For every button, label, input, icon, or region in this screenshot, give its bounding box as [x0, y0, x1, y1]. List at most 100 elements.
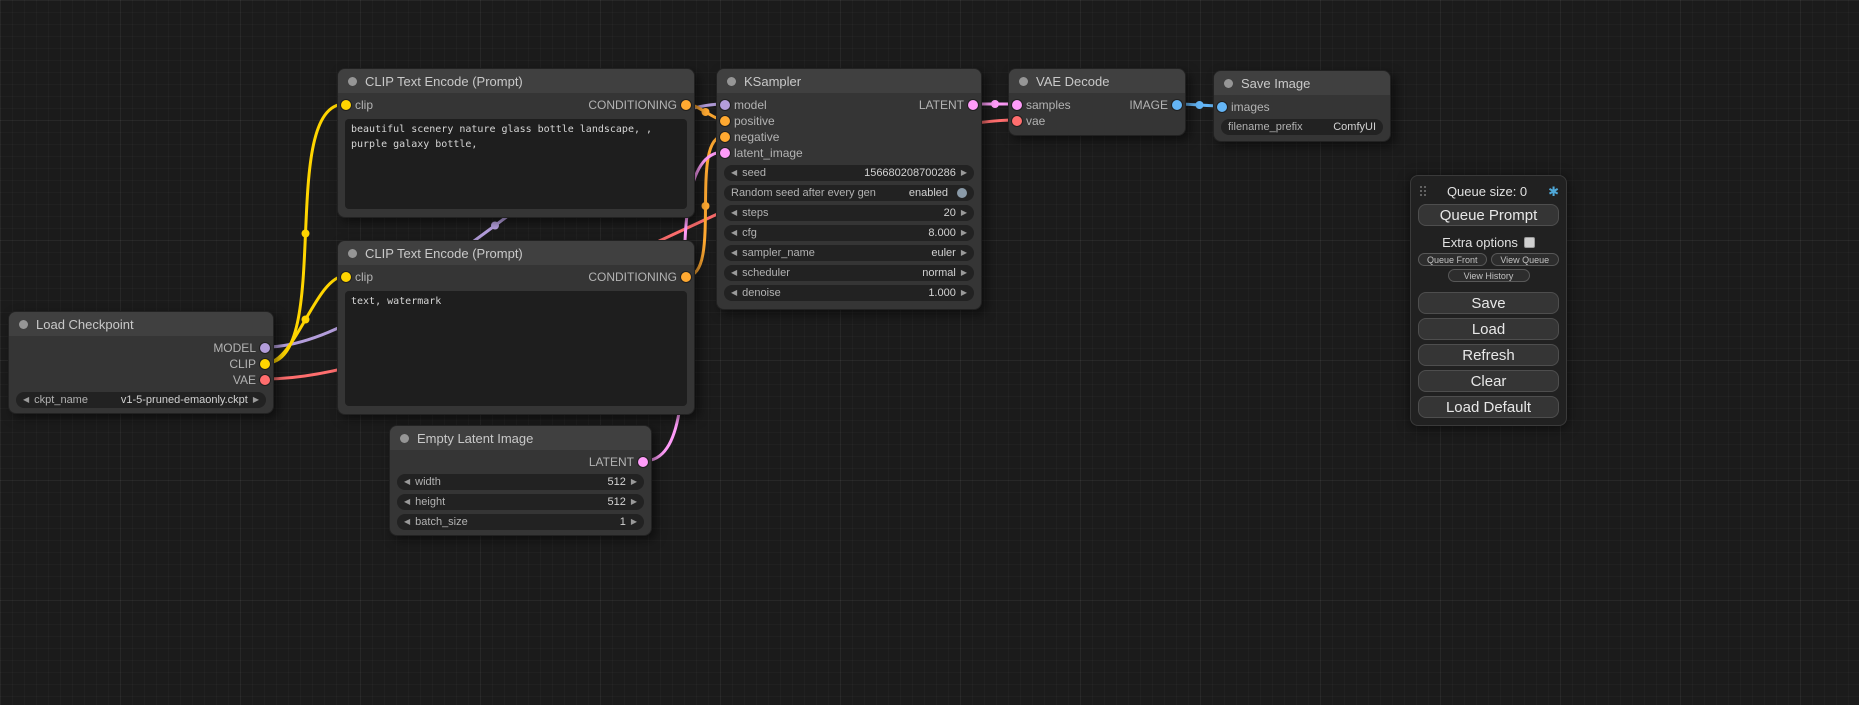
output-slot-clip[interactable]	[260, 359, 270, 369]
input-slot-positive[interactable]	[720, 116, 730, 126]
decrement-arrow-icon[interactable]: ◀	[731, 169, 737, 177]
collapse-dot-icon[interactable]	[348, 249, 357, 258]
increment-arrow-icon[interactable]: ▶	[631, 498, 637, 506]
load-default-button[interactable]: Load Default	[1418, 396, 1559, 418]
output-slot-latent[interactable]	[968, 100, 978, 110]
queue-panel: Queue size: 0 ✱ Queue Prompt Extra optio…	[1410, 175, 1567, 426]
widget-cfg[interactable]: ◀ cfg 8.000 ▶	[724, 225, 974, 241]
increment-arrow-icon[interactable]: ▶	[961, 209, 967, 217]
node-title: CLIP Text Encode (Prompt)	[365, 246, 523, 261]
output-slot-model[interactable]	[260, 343, 270, 353]
increment-arrow-icon[interactable]: ▶	[961, 169, 967, 177]
widget-filename-prefix[interactable]: filename_prefix ComfyUI	[1221, 119, 1383, 135]
input-slot-samples[interactable]	[1012, 100, 1022, 110]
widget-denoise[interactable]: ◀ denoise 1.000 ▶	[724, 285, 974, 301]
widget-seed[interactable]: ◀ seed 156680208700286 ▶	[724, 165, 974, 181]
decrement-arrow-icon[interactable]: ◀	[404, 478, 410, 486]
slot-row: positive	[717, 113, 981, 129]
drag-handle-icon[interactable]	[1420, 186, 1422, 188]
wire-midpoint-dot	[302, 230, 310, 238]
decrement-arrow-icon[interactable]: ◀	[404, 498, 410, 506]
view-history-button[interactable]: View History	[1448, 269, 1530, 282]
collapse-dot-icon[interactable]	[19, 320, 28, 329]
widget-label: scheduler	[742, 267, 790, 279]
wire-midpoint-dot	[702, 202, 710, 210]
widget-label: batch_size	[415, 516, 468, 528]
increment-arrow-icon[interactable]: ▶	[961, 249, 967, 257]
queue-front-button[interactable]: Queue Front	[1418, 253, 1487, 266]
output-slot-conditioning[interactable]	[681, 272, 691, 282]
increment-arrow-icon[interactable]: ▶	[961, 229, 967, 237]
node-title-bar[interactable]: VAE Decode	[1009, 69, 1185, 93]
node-title-bar[interactable]: CLIP Text Encode (Prompt)	[338, 241, 694, 265]
decrement-arrow-icon[interactable]: ◀	[731, 249, 737, 257]
collapse-dot-icon[interactable]	[1019, 77, 1028, 86]
clear-button[interactable]: Clear	[1418, 370, 1559, 392]
widget-width[interactable]: ◀ width 512 ▶	[397, 474, 644, 490]
output-slot-vae[interactable]	[260, 375, 270, 385]
collapse-dot-icon[interactable]	[400, 434, 409, 443]
widget-value: ComfyUI	[1333, 121, 1376, 133]
decrement-arrow-icon[interactable]: ◀	[731, 289, 737, 297]
widget-steps[interactable]: ◀ steps 20 ▶	[724, 205, 974, 221]
output-label: IMAGE	[1129, 98, 1168, 112]
decrement-arrow-icon[interactable]: ◀	[404, 518, 410, 526]
collapse-dot-icon[interactable]	[348, 77, 357, 86]
increment-arrow-icon[interactable]: ▶	[961, 269, 967, 277]
input-slot-negative[interactable]	[720, 132, 730, 142]
output-slot-latent[interactable]	[638, 457, 648, 467]
slot-row: negative	[717, 129, 981, 145]
view-queue-button[interactable]: View Queue	[1491, 253, 1560, 266]
input-slot-clip[interactable]	[341, 272, 351, 282]
collapse-dot-icon[interactable]	[1224, 79, 1233, 88]
save-button[interactable]: Save	[1418, 292, 1559, 314]
input-slot-latent-image[interactable]	[720, 148, 730, 158]
node-load-checkpoint: Load Checkpoint MODEL CLIP VAE ◀ ckpt_na…	[8, 311, 274, 414]
node-title-bar[interactable]: CLIP Text Encode (Prompt)	[338, 69, 694, 93]
input-slot-vae[interactable]	[1012, 116, 1022, 126]
output-slot-image[interactable]	[1172, 100, 1182, 110]
collapse-dot-icon[interactable]	[727, 77, 736, 86]
widget-height[interactable]: ◀ height 512 ▶	[397, 494, 644, 510]
refresh-button[interactable]: Refresh	[1418, 344, 1559, 366]
queue-small-buttons: Queue Front View Queue	[1418, 253, 1559, 266]
widget-random-seed-toggle[interactable]: Random seed after every gen enabled	[724, 185, 974, 201]
increment-arrow-icon[interactable]: ▶	[961, 289, 967, 297]
load-button[interactable]: Load	[1418, 318, 1559, 340]
increment-arrow-icon[interactable]: ▶	[631, 478, 637, 486]
decrement-arrow-icon[interactable]: ◀	[23, 396, 29, 404]
wire-midpoint-dot	[1196, 101, 1204, 109]
input-slot-images[interactable]	[1217, 102, 1227, 112]
node-title-bar[interactable]: Empty Latent Image	[390, 426, 651, 450]
output-label: CONDITIONING	[588, 98, 677, 112]
toggle-indicator-icon[interactable]	[957, 188, 967, 198]
widget-ckpt-name[interactable]: ◀ ckpt_name v1-5-pruned-emaonly.ckpt ▶	[16, 392, 266, 408]
decrement-arrow-icon[interactable]: ◀	[731, 229, 737, 237]
workflow-buttons: Save Load Refresh Clear Load Default	[1418, 292, 1559, 418]
input-slot-model[interactable]	[720, 100, 730, 110]
node-title: Empty Latent Image	[417, 431, 533, 446]
widget-batch-size[interactable]: ◀ batch_size 1 ▶	[397, 514, 644, 530]
queue-panel-header: Queue size: 0 ✱	[1418, 182, 1559, 200]
settings-gear-icon[interactable]: ✱	[1548, 185, 1559, 198]
extra-options-checkbox[interactable]	[1524, 237, 1535, 248]
widget-scheduler[interactable]: ◀ scheduler normal ▶	[724, 265, 974, 281]
queue-prompt-button[interactable]: Queue Prompt	[1418, 204, 1559, 226]
increment-arrow-icon[interactable]: ▶	[253, 396, 259, 404]
input-label: vae	[1026, 114, 1045, 128]
widget-label: Random seed after every gen	[731, 187, 876, 199]
negative-prompt-textarea[interactable]: text, watermark	[345, 291, 687, 406]
widget-sampler-name[interactable]: ◀ sampler_name euler ▶	[724, 245, 974, 261]
decrement-arrow-icon[interactable]: ◀	[731, 269, 737, 277]
positive-prompt-textarea[interactable]: beautiful scenery nature glass bottle la…	[345, 119, 687, 209]
increment-arrow-icon[interactable]: ▶	[631, 518, 637, 526]
input-slot-clip[interactable]	[341, 100, 351, 110]
node-title-bar[interactable]: KSampler	[717, 69, 981, 93]
node-title-bar[interactable]: Load Checkpoint	[9, 312, 273, 336]
node-title-bar[interactable]: Save Image	[1214, 71, 1390, 95]
slot-row: vae	[1009, 113, 1185, 129]
decrement-arrow-icon[interactable]: ◀	[731, 209, 737, 217]
output-slot-conditioning[interactable]	[681, 100, 691, 110]
output-row-latent: LATENT	[390, 454, 651, 470]
node-title: VAE Decode	[1036, 74, 1109, 89]
